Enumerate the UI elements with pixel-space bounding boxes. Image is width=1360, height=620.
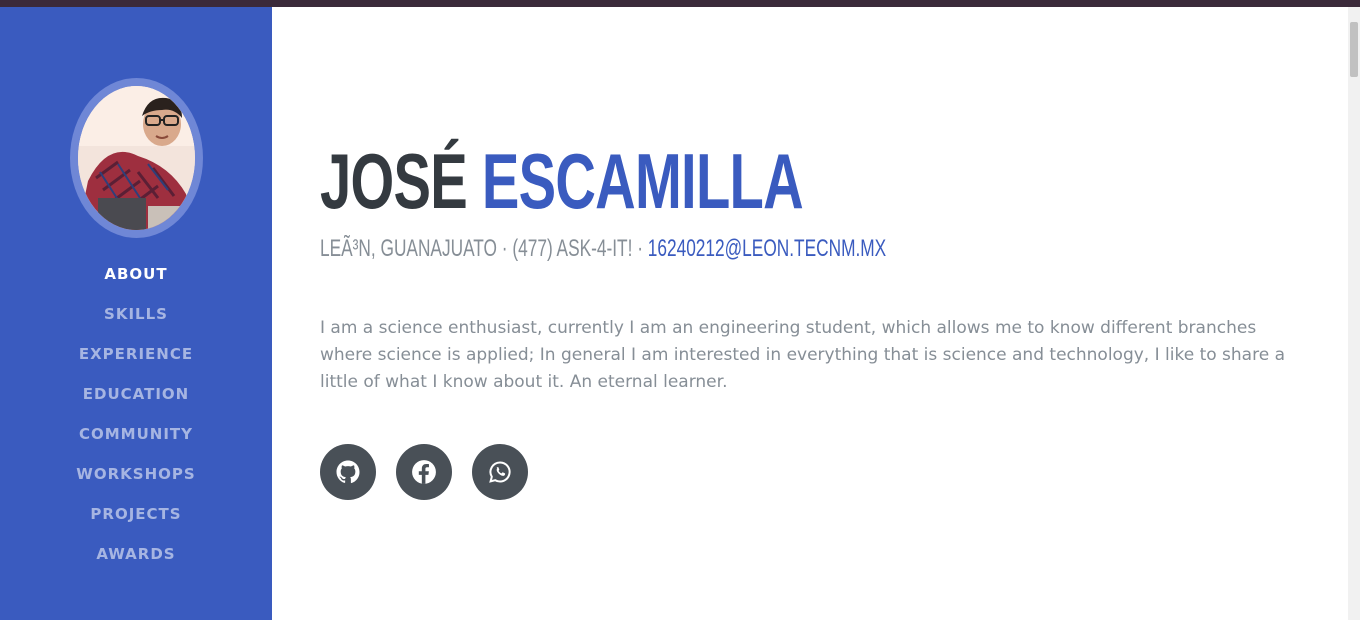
profile-photo (78, 86, 195, 230)
facebook-button[interactable] (396, 444, 452, 500)
location: LEÃ³N, GUANAJUATO (320, 235, 497, 262)
separator: · (496, 235, 513, 262)
main-content: JOSÉ ESCAMILLA LEÃ³N, GUANAJUATO · (477)… (272, 7, 1348, 620)
contact-line: LEÃ³N, GUANAJUATO · (477) ASK-4-IT! · 16… (320, 235, 886, 263)
whatsapp-button[interactable] (472, 444, 528, 500)
nav-item-workshops[interactable]: WORKSHOPS (0, 460, 272, 500)
nav-item-awards[interactable]: AWARDS (0, 540, 272, 580)
nav-item-community[interactable]: COMMUNITY (0, 420, 272, 460)
last-name: ESCAMILLA (481, 137, 804, 225)
email-link[interactable]: 16240212@LEON.TECNM.MX (648, 235, 886, 262)
nav-item-about[interactable]: ABOUT (0, 260, 272, 300)
scrollbar[interactable] (1348, 7, 1360, 620)
nav-item-experience[interactable]: EXPERIENCE (0, 340, 272, 380)
social-icons (320, 444, 528, 500)
sidebar: ABOUT SKILLS EXPERIENCE EDUCATION COMMUN… (0, 7, 272, 620)
github-button[interactable] (320, 444, 376, 500)
sidebar-nav: ABOUT SKILLS EXPERIENCE EDUCATION COMMUN… (0, 260, 272, 580)
facebook-icon (412, 460, 436, 484)
separator: · (632, 235, 648, 262)
avatar (70, 78, 203, 238)
phone: (477) ASK-4-IT! (512, 235, 633, 262)
nav-item-projects[interactable]: PROJECTS (0, 500, 272, 540)
profile-photo-illustration (78, 86, 195, 230)
nav-item-skills[interactable]: SKILLS (0, 300, 272, 340)
whatsapp-icon (489, 461, 511, 483)
first-name: JOSÉ (320, 137, 468, 225)
scrollbar-thumb[interactable] (1350, 22, 1358, 77)
nav-item-education[interactable]: EDUCATION (0, 380, 272, 420)
github-icon (336, 460, 360, 484)
browser-top-bar (0, 0, 1360, 7)
about-text: I am a science enthusiast, currently I a… (320, 318, 1285, 392)
page-title: JOSÉ ESCAMILLA (320, 137, 804, 225)
